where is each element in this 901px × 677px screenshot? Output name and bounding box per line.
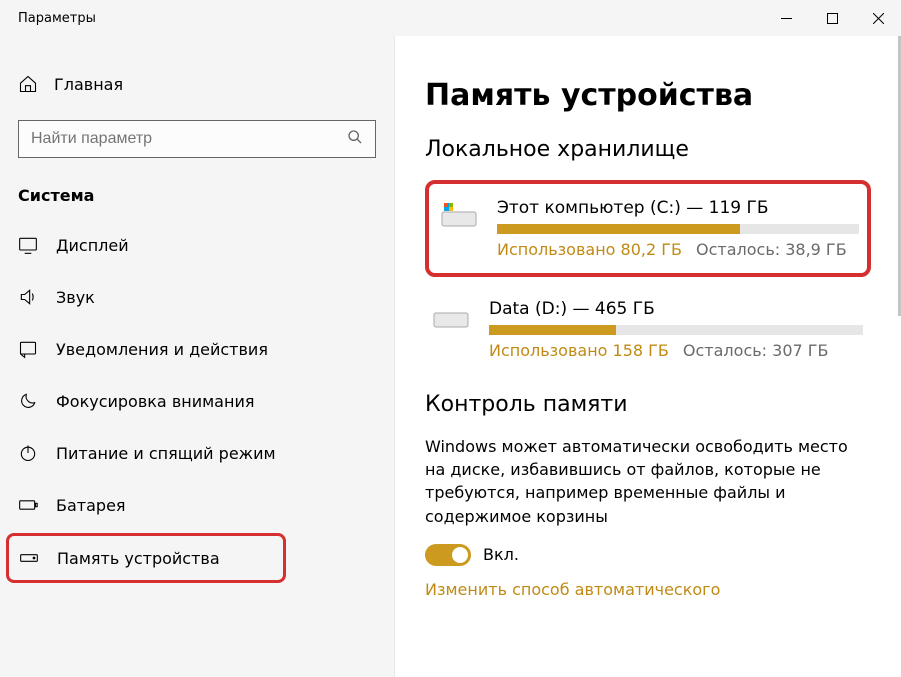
notification-icon xyxy=(18,339,38,359)
search-icon xyxy=(347,129,363,149)
usage-bar xyxy=(497,224,859,234)
main-content: Память устройства Локальное хранилище Эт… xyxy=(395,36,901,677)
close-button[interactable] xyxy=(855,2,901,34)
drive-name: Этот компьютер (C:) — 119 ГБ xyxy=(497,198,859,218)
battery-icon xyxy=(18,495,38,515)
window-title: Параметры xyxy=(18,11,96,26)
usage-bar-fill xyxy=(489,325,616,335)
window-controls xyxy=(763,2,901,34)
nav-label: Батарея xyxy=(56,496,126,515)
nav-label: Уведомления и действия xyxy=(56,340,268,359)
nav-label: Звук xyxy=(56,288,95,307)
nav-label: Питание и спящий режим xyxy=(56,444,276,463)
drive-name: Data (D:) — 465 ГБ xyxy=(489,299,863,319)
storage-sense-toggle[interactable] xyxy=(425,544,471,566)
moon-icon xyxy=(18,391,38,411)
storage-sense-description: Windows может автоматически освободить м… xyxy=(425,435,871,528)
disk-icon xyxy=(433,303,469,331)
minimize-button[interactable] xyxy=(763,2,809,34)
sidebar-item-home[interactable]: Главная xyxy=(0,64,394,104)
sidebar-item-power[interactable]: Питание и спящий режим xyxy=(0,427,394,479)
page-title: Память устройства xyxy=(425,78,871,113)
sidebar-item-focus[interactable]: Фокусировка внимания xyxy=(0,375,394,427)
free-label: Осталось: 38,9 ГБ xyxy=(696,240,847,259)
nav-label: Дисплей xyxy=(56,236,129,255)
change-auto-link[interactable]: Изменить способ автоматического xyxy=(425,580,871,599)
titlebar: Параметры xyxy=(0,0,901,36)
sidebar-item-storage[interactable]: Память устройства xyxy=(6,533,286,583)
usage-bar-fill xyxy=(497,224,740,234)
usage-bar xyxy=(489,325,863,335)
sound-icon xyxy=(18,287,38,307)
search-input[interactable] xyxy=(31,130,347,148)
toggle-state-label: Вкл. xyxy=(483,545,519,564)
local-storage-heading: Локальное хранилище xyxy=(425,137,871,162)
nav-label: Память устройства xyxy=(57,549,220,568)
sidebar-item-notifications[interactable]: Уведомления и действия xyxy=(0,323,394,375)
storage-icon xyxy=(19,548,39,568)
sidebar-item-sound[interactable]: Звук xyxy=(0,271,394,323)
used-label: Использовано 158 ГБ xyxy=(489,341,669,360)
disk-icon xyxy=(441,202,477,230)
used-label: Использовано 80,2 ГБ xyxy=(497,240,682,259)
maximize-button[interactable] xyxy=(809,2,855,34)
sidebar-item-display[interactable]: Дисплей xyxy=(0,219,394,271)
drive-d-card[interactable]: Data (D:) — 465 ГБ Использовано 158 ГБ О… xyxy=(425,295,871,364)
storage-sense-toggle-row: Вкл. xyxy=(425,544,871,566)
power-icon xyxy=(18,443,38,463)
sidebar: Главная Система Дисплей Звук Уведомления… xyxy=(0,36,395,677)
drive-c-card[interactable]: Этот компьютер (C:) — 119 ГБ Использован… xyxy=(425,180,871,277)
display-icon xyxy=(18,235,38,255)
home-label: Главная xyxy=(54,75,123,94)
free-label: Осталось: 307 ГБ xyxy=(683,341,829,360)
search-box[interactable] xyxy=(18,120,376,158)
home-icon xyxy=(18,74,38,94)
sidebar-item-battery[interactable]: Батарея xyxy=(0,479,394,531)
nav-label: Фокусировка внимания xyxy=(56,392,254,411)
storage-sense-heading: Контроль памяти xyxy=(425,392,871,417)
category-title: Система xyxy=(0,180,394,219)
